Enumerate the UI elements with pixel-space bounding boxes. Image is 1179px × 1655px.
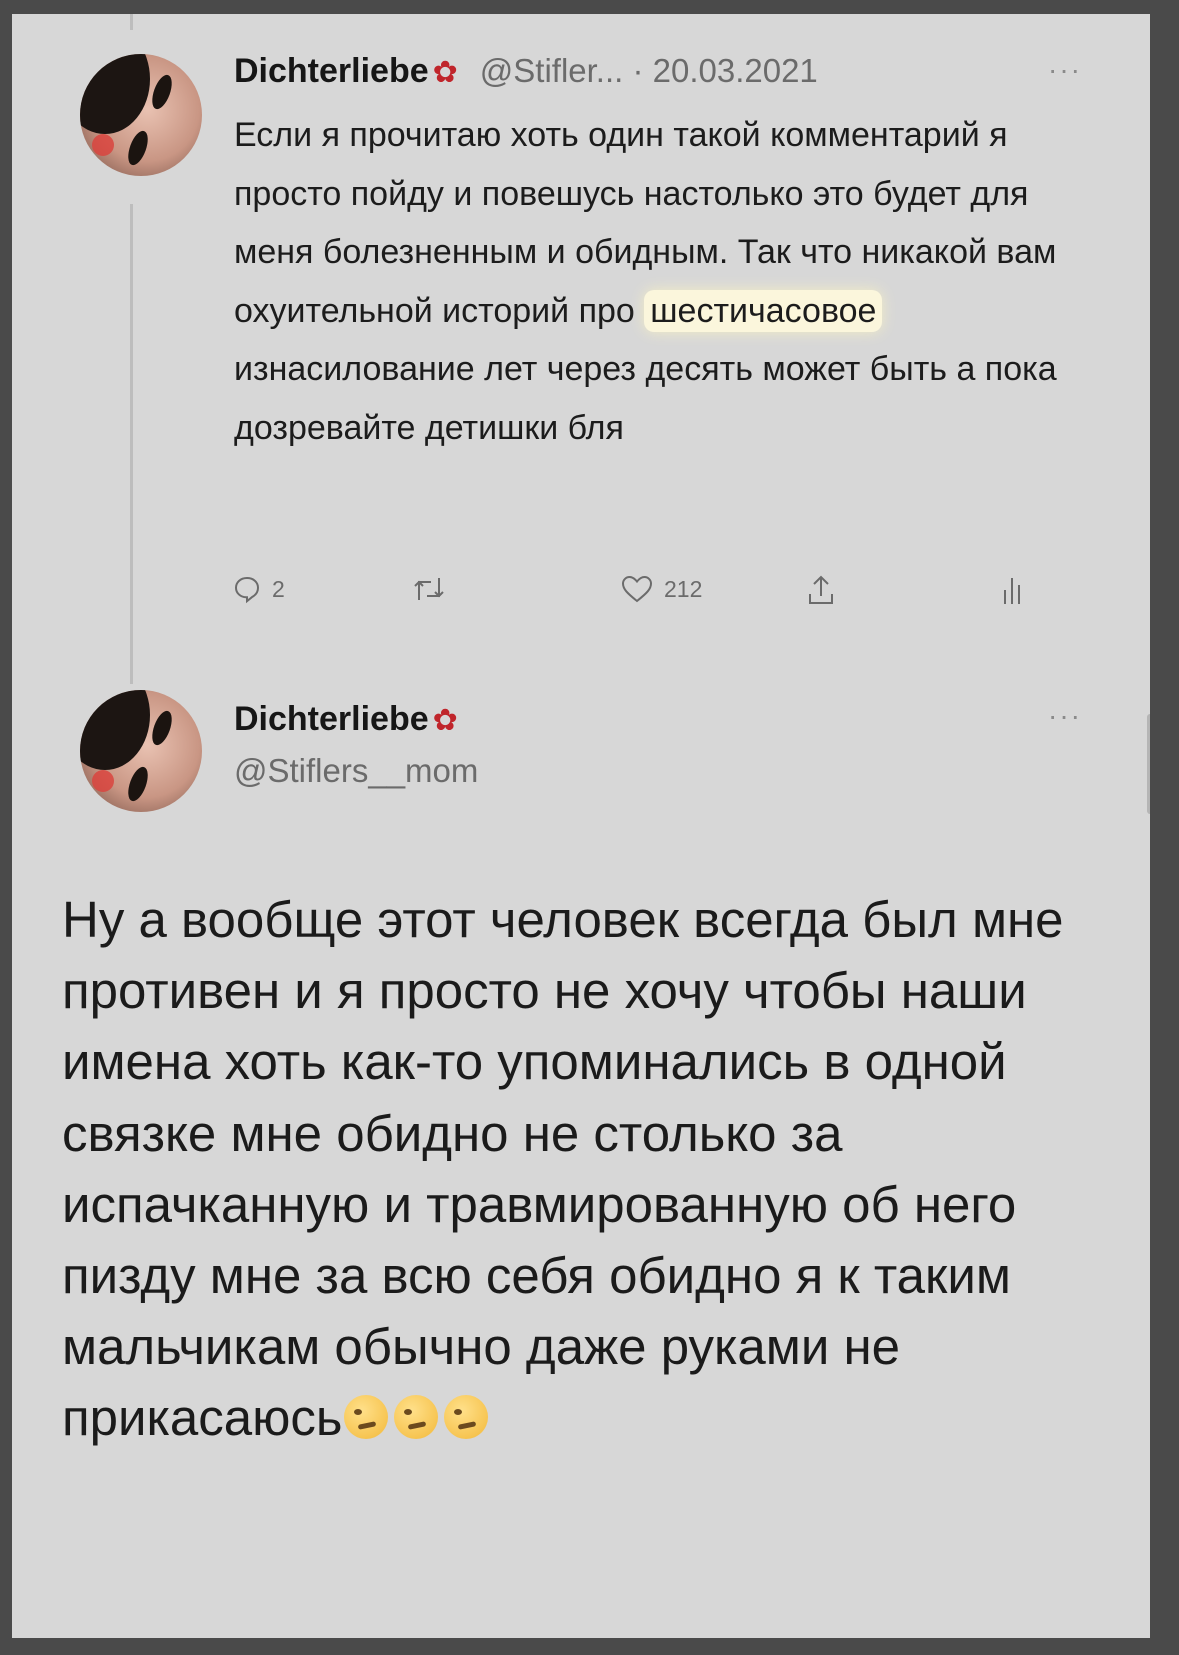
avatar-eye <box>148 72 176 112</box>
highlighted-word: шестичасовое <box>644 289 883 332</box>
tweet-header: Dichterliebe ✿ <box>234 700 458 739</box>
tweet-text-part: изнасилование лет через десять может быт… <box>234 350 1057 447</box>
thread-line-top <box>130 14 133 30</box>
share-icon <box>809 575 833 604</box>
like-button[interactable]: 212 <box>620 574 702 604</box>
handle-date[interactable]: @Stifler... · 20.03.2021 <box>480 52 818 90</box>
retweet-button[interactable] <box>412 574 446 604</box>
tweet-text: Ну а вообще этот человек всегда был мне … <box>62 884 1082 1454</box>
avatar-eye <box>124 764 152 804</box>
woozy-face-emoji <box>344 1395 389 1440</box>
screenshot-frame: Dichterliebe ✿ @Stifler... · 20.03.2021 … <box>12 14 1150 1638</box>
tweet-actions: 2 212 <box>232 574 1052 614</box>
tweet-header: Dichterliebe ✿ @Stifler... · 20.03.2021 <box>234 52 818 91</box>
avatar-eye <box>148 708 176 748</box>
reply-icon <box>234 576 260 604</box>
avatar[interactable] <box>80 690 202 812</box>
analytics-icon <box>1004 578 1020 604</box>
reply-button[interactable]: 2 <box>232 574 285 604</box>
avatar[interactable] <box>80 54 202 176</box>
more-options-icon[interactable]: ··· <box>1048 54 1082 86</box>
display-name[interactable]: Dichterliebe <box>234 700 429 739</box>
more-options-icon[interactable]: ··· <box>1048 700 1082 732</box>
scrollbar[interactable] <box>1147 714 1150 814</box>
reply-count: 2 <box>272 575 285 602</box>
retweet-icon <box>414 578 444 600</box>
woozy-face-emoji <box>444 1395 489 1440</box>
share-button[interactable] <box>806 574 836 606</box>
woozy-face-emoji <box>394 1395 439 1440</box>
handle[interactable]: @Stiflers__mom <box>234 752 478 790</box>
flower-emoji: ✿ <box>432 56 458 89</box>
analytics-button[interactable] <box>1002 574 1022 606</box>
tweet-text-body: Ну а вообще этот человек всегда был мне … <box>62 891 1064 1447</box>
thread-line <box>130 204 133 684</box>
flower-emoji: ✿ <box>432 704 458 737</box>
tweet-text: Если я прочитаю хоть один такой коммента… <box>234 106 1114 457</box>
avatar-eye <box>124 128 152 168</box>
like-icon <box>621 575 653 603</box>
avatar-cheek <box>92 134 114 156</box>
display-name[interactable]: Dichterliebe <box>234 52 429 91</box>
like-count: 212 <box>664 575 703 602</box>
avatar-hair <box>80 54 150 134</box>
avatar-hair <box>80 690 150 770</box>
avatar-cheek <box>92 770 114 792</box>
